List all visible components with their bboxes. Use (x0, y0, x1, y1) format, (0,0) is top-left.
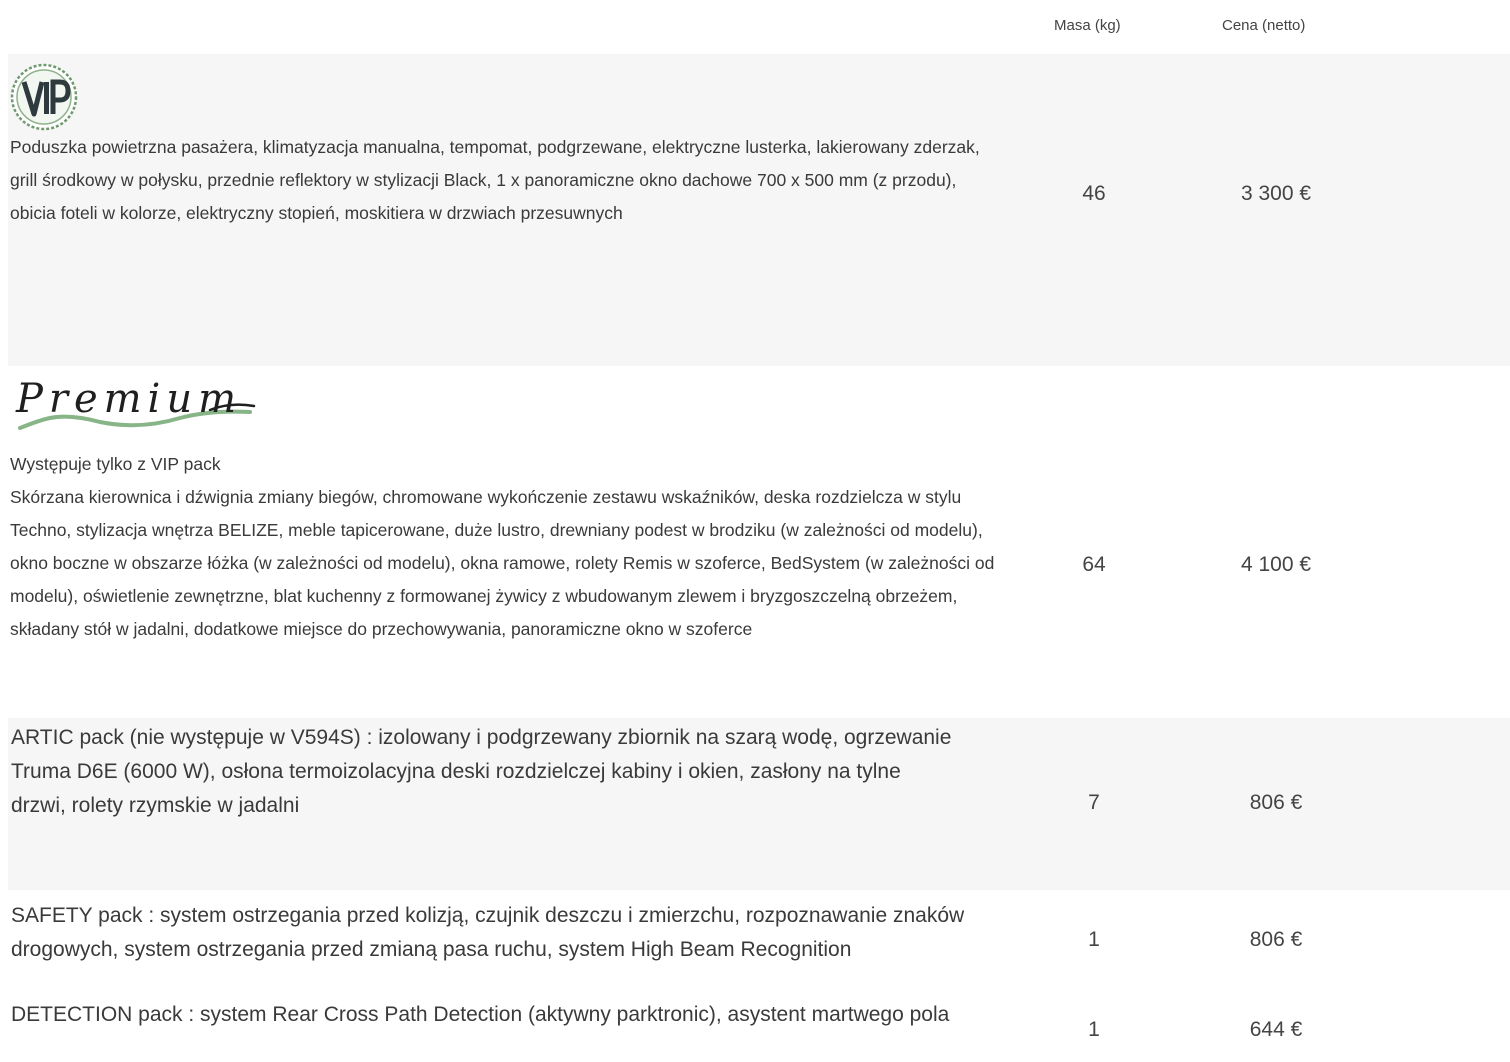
header-price: Cena (netto) (1222, 17, 1306, 34)
table-row-detection: DETECTION pack : system Rear Cross Path … (8, 998, 1510, 1062)
table-row-safety: SAFETY pack : system ostrzegania przed k… (8, 890, 1510, 998)
premium-logo: Premium (15, 376, 256, 430)
safety-description: SAFETY pack : system ostrzegania przed k… (11, 904, 965, 961)
detection-description: DETECTION pack : system Rear Cross Path … (11, 1003, 950, 1026)
premium-price: 4 100 € (1240, 553, 1312, 576)
detection-price: 644 € (1249, 1018, 1303, 1041)
table-row-vip: Poduszka powietrzna pasażera, klimatyzac… (8, 54, 1510, 366)
vip-mass: 46 (1082, 182, 1106, 205)
premium-description: Skórzana kierownica i dźwignia zmiany bi… (10, 487, 995, 639)
header-mass: Masa (kg) (1054, 17, 1121, 34)
premium-mass: 64 (1082, 553, 1106, 576)
safety-mass: 1 (1088, 928, 1100, 951)
premium-note: Występuje tylko z VIP pack (10, 454, 221, 474)
vip-price: 3 300 € (1240, 182, 1312, 205)
artic-mass: 7 (1088, 791, 1100, 814)
table-row-premium: Premium Występuje tylko z VIP pack Skórz… (8, 366, 1510, 718)
svg-text:Premium: Premium (15, 376, 236, 422)
vip-description: Poduszka powietrzna pasażera, klimatyzac… (10, 137, 980, 223)
artic-price: 806 € (1249, 791, 1303, 814)
table-row-artic: ARTIC pack (nie występuje w V594S) : izo… (8, 718, 1510, 890)
safety-price: 806 € (1249, 928, 1303, 951)
vip-logo (10, 63, 78, 131)
artic-description: ARTIC pack (nie występuje w V594S) : izo… (11, 726, 952, 817)
detection-mass: 1 (1088, 1018, 1100, 1041)
